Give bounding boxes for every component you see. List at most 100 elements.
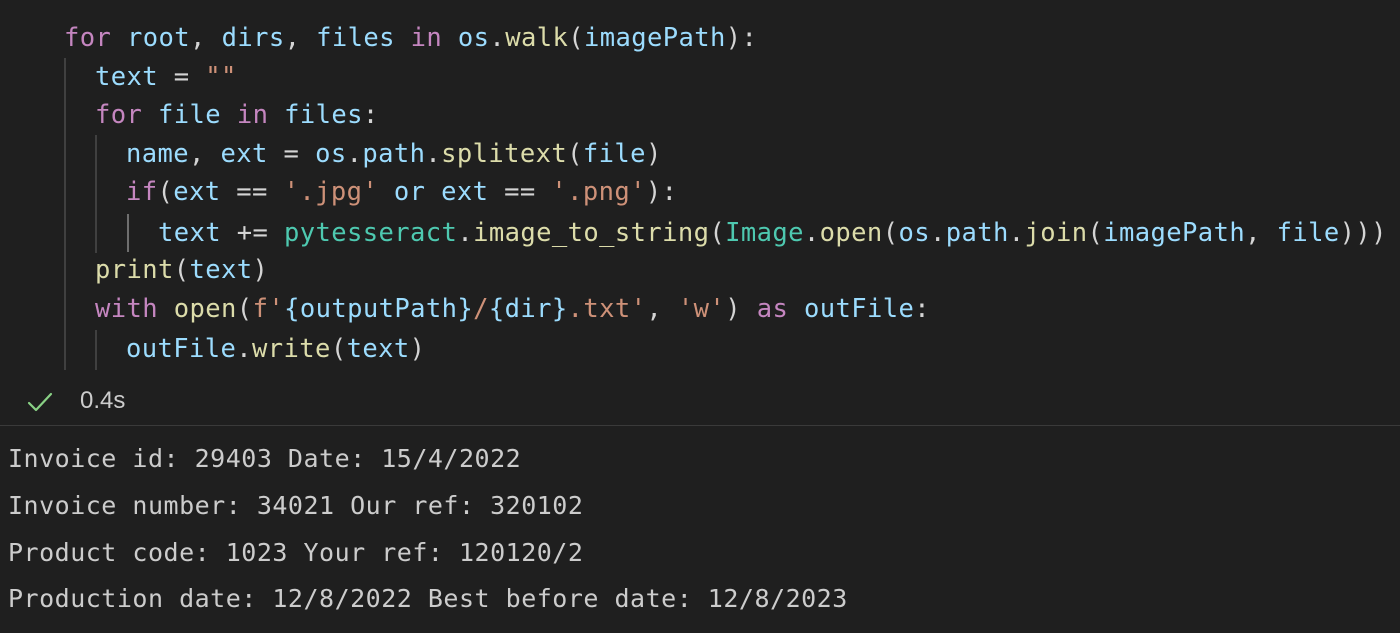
code-token: {outputPath} <box>284 294 474 324</box>
code-line[interactable]: outFile.write(text) <box>126 330 425 368</box>
code-token: ) <box>725 294 757 324</box>
indent-guide <box>95 135 97 253</box>
code-token: , <box>284 23 317 53</box>
code-token: ): <box>645 177 678 207</box>
code-token: outFile <box>803 294 915 324</box>
code-token: ext <box>441 177 489 207</box>
code-token: {dir} <box>488 294 568 324</box>
code-token: ( <box>709 218 726 248</box>
code-token: join <box>1024 218 1088 248</box>
code-token: . <box>425 139 442 169</box>
code-token: . <box>929 218 946 248</box>
code-token: splitext <box>441 139 568 169</box>
code-token: , <box>1245 218 1277 248</box>
code-token: root <box>127 23 191 53</box>
code-token: == <box>220 177 284 207</box>
code-token: ))) <box>1339 218 1387 248</box>
code-token: ( <box>568 23 584 53</box>
code-token: / <box>473 294 489 324</box>
code-line[interactable]: text = "" <box>95 58 237 96</box>
code-token: imagePath <box>583 23 726 53</box>
code-token: pytesseract <box>284 218 458 248</box>
code-token: 'w' <box>677 294 726 324</box>
code-token: = <box>158 62 206 92</box>
code-token: , <box>646 294 678 324</box>
code-token: , <box>189 139 221 169</box>
code-token: if <box>126 177 158 207</box>
code-token: in <box>410 23 443 53</box>
execution-time: 0.4s <box>80 387 126 414</box>
code-line[interactable]: text += pytesseract.image_to_string(Imag… <box>158 214 1387 252</box>
code-token: . <box>803 218 820 248</box>
code-line[interactable]: name, ext = os.path.splitext(file) <box>126 135 662 173</box>
code-token: ext <box>220 139 268 169</box>
code-token: text <box>95 62 159 92</box>
code-token: ( <box>236 294 253 324</box>
code-token: ) <box>645 139 662 169</box>
code-token: text <box>158 218 222 248</box>
code-line[interactable]: for file in files: <box>95 96 379 134</box>
check-icon <box>27 392 53 412</box>
code-token: == <box>488 177 552 207</box>
code-token: ( <box>1087 218 1104 248</box>
output-line: Production date: 12/8/2022 Best before d… <box>8 584 848 613</box>
code-token: , <box>190 23 222 53</box>
code-token: for <box>64 23 112 53</box>
code-token: . <box>346 139 363 169</box>
code-token: ( <box>330 334 347 364</box>
indent-guide <box>64 58 66 370</box>
code-token: += <box>221 218 285 248</box>
code-token: print <box>95 255 174 285</box>
code-token: os <box>315 139 347 169</box>
code-line[interactable]: for root, dirs, files in os.walk(imagePa… <box>64 19 757 57</box>
code-token: dirs <box>221 23 285 53</box>
code-token: ): <box>725 23 758 53</box>
code-token: . <box>489 23 506 53</box>
code-token: ( <box>882 218 899 248</box>
code-token: as <box>756 294 789 324</box>
code-token: files <box>284 100 363 130</box>
code-line[interactable]: if(ext == '.jpg' or ext == '.png'): <box>126 173 677 211</box>
code-token: name <box>126 139 190 169</box>
code-token: : <box>362 100 379 130</box>
code-token: ( <box>173 255 190 285</box>
output-line: Invoice number: 34021 Our ref: 320102 <box>8 491 584 520</box>
code-token: = <box>267 139 316 169</box>
code-token: file <box>158 100 222 130</box>
execution-status: 0.4s <box>0 380 1400 424</box>
code-token: ( <box>157 177 174 207</box>
code-token: open <box>173 294 237 324</box>
code-token: write <box>252 334 331 364</box>
code-token: file <box>582 139 646 169</box>
code-token: os <box>898 218 930 248</box>
code-cell[interactable]: for root, dirs, files in os.walk(imagePa… <box>0 0 1400 375</box>
code-token: os <box>457 23 490 53</box>
output-line: Product code: 1023 Your ref: 120120/2 <box>8 538 584 567</box>
code-token: text <box>189 255 253 285</box>
code-token: or <box>393 177 426 207</box>
code-token: . <box>1008 218 1025 248</box>
code-token: path <box>362 139 426 169</box>
code-token: f' <box>252 294 285 324</box>
code-line[interactable]: print(text) <box>95 251 268 289</box>
code-token: path <box>945 218 1009 248</box>
code-token: ext <box>173 177 221 207</box>
code-token: walk <box>505 23 569 53</box>
code-token: open <box>819 218 883 248</box>
code-token: text <box>346 334 410 364</box>
code-line[interactable]: with open(f'{outputPath}/{dir}.txt', 'w'… <box>95 290 930 328</box>
code-token: "" <box>205 62 237 92</box>
code-token: : <box>914 294 931 324</box>
code-token: .txt' <box>567 294 647 324</box>
code-token: file <box>1276 218 1340 248</box>
